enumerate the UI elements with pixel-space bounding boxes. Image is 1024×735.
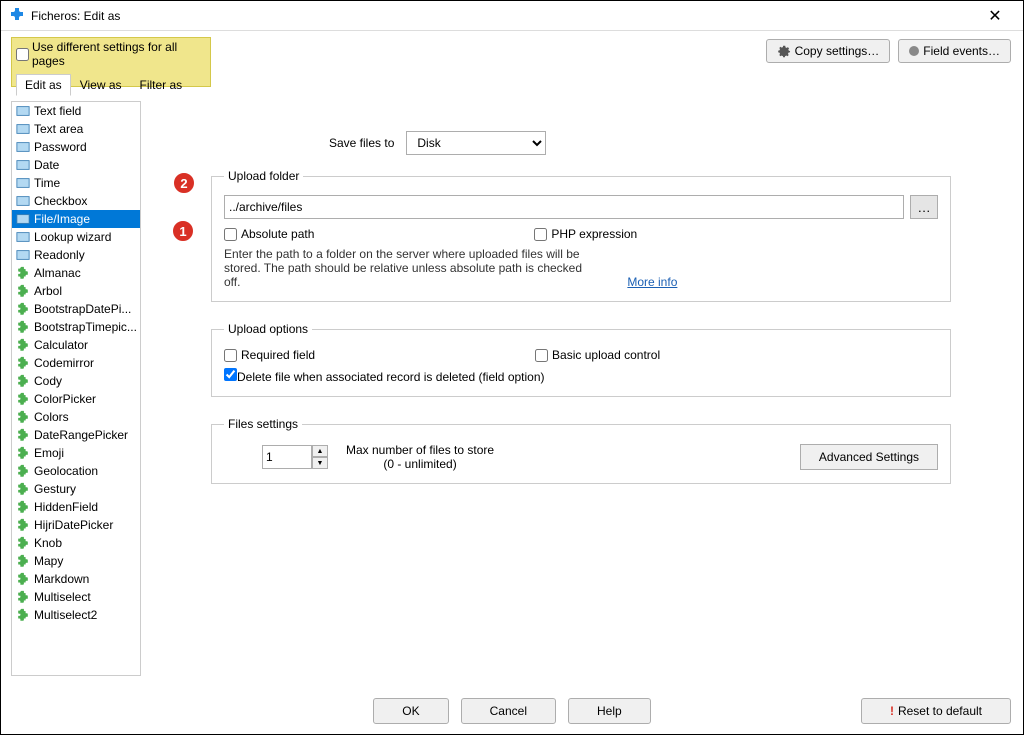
annotation-2: 2	[172, 171, 196, 195]
sidebar-item-hiddenfield[interactable]: HiddenField	[12, 498, 140, 516]
sidebar-item-multiselect[interactable]: Multiselect	[12, 588, 140, 606]
basic-upload-checkbox[interactable]: Basic upload control	[535, 348, 660, 362]
sidebar-item-colorpicker[interactable]: ColorPicker	[12, 390, 140, 408]
max-files-spinner[interactable]: ▲ ▼	[262, 445, 328, 469]
ok-button[interactable]: OK	[373, 698, 448, 724]
sidebar-item-text-area[interactable]: Text area	[12, 120, 140, 138]
advanced-settings-button[interactable]: Advanced Settings	[800, 444, 938, 470]
more-info-link[interactable]: More info	[627, 275, 677, 289]
sidebar-item-colors[interactable]: Colors	[12, 408, 140, 426]
reset-button[interactable]: ! Reset to default	[861, 698, 1011, 724]
sidebar-item-markdown[interactable]: Markdown	[12, 570, 140, 588]
app-icon	[9, 8, 25, 24]
sidebar-item-arbol[interactable]: Arbol	[12, 282, 140, 300]
sidebar-item-knob[interactable]: Knob	[12, 534, 140, 552]
sidebar-item-readonly[interactable]: Readonly	[12, 246, 140, 264]
annotation-1: 1	[171, 219, 195, 243]
use-different-input[interactable]	[16, 48, 29, 61]
sidebar-item-date[interactable]: Date	[12, 156, 140, 174]
spinner-down[interactable]: ▼	[312, 457, 328, 469]
upload-options-fieldset: Upload options Required field Basic uplo…	[211, 322, 951, 397]
upload-folder-fieldset: Upload folder 2 … Absolute path PHP expr…	[211, 169, 951, 302]
content-panel: Save files to Disk Upload folder 2 … Abs…	[149, 101, 1013, 676]
use-different-checkbox[interactable]: Use different settings for all pages	[16, 40, 206, 68]
sidebar-item-bootstraptimepic-[interactable]: BootstrapTimepic...	[12, 318, 140, 336]
main-area: Text fieldText areaPasswordDateTimeCheck…	[1, 91, 1023, 686]
sidebar-item-hijridatepicker[interactable]: HijriDatePicker	[12, 516, 140, 534]
sidebar-item-time[interactable]: Time	[12, 174, 140, 192]
sidebar-item-daterangepicker[interactable]: DateRangePicker	[12, 426, 140, 444]
delete-file-checkbox[interactable]: Delete file when associated record is de…	[224, 370, 545, 384]
sidebar-item-multiselect2[interactable]: Multiselect2	[12, 606, 140, 624]
tab-filter-as[interactable]: Filter as	[131, 74, 192, 96]
titlebar: Ficheros: Edit as ✕	[1, 1, 1023, 31]
sidebar-item-gestury[interactable]: Gestury	[12, 480, 140, 498]
copy-settings-button[interactable]: Copy settings…	[766, 39, 891, 63]
spinner-up[interactable]: ▲	[312, 445, 328, 457]
tab-edit-as[interactable]: Edit as	[16, 74, 71, 96]
sidebar-item-calculator[interactable]: Calculator	[12, 336, 140, 354]
field-events-button[interactable]: Field events…	[898, 39, 1011, 63]
files-settings-legend: Files settings	[224, 417, 302, 431]
sidebar-item-file-image[interactable]: File/Image	[12, 210, 140, 228]
sidebar-item-emoji[interactable]: Emoji	[12, 444, 140, 462]
close-button[interactable]: ✕	[975, 6, 1015, 26]
required-field-checkbox[interactable]: Required field	[224, 348, 315, 362]
toolbar: Use different settings for all pages Edi…	[1, 31, 1023, 91]
save-files-select[interactable]: Disk	[406, 131, 546, 155]
max-files-input[interactable]	[262, 445, 312, 469]
sidebar-item-password[interactable]: Password	[12, 138, 140, 156]
max-files-label: Max number of files to store	[346, 443, 494, 457]
tabs: Edit as View as Filter as	[16, 74, 206, 96]
browse-button[interactable]: …	[910, 195, 938, 219]
sidebar-item-geolocation[interactable]: Geolocation	[12, 462, 140, 480]
window-title: Ficheros: Edit as	[31, 9, 975, 23]
upload-folder-desc: Enter the path to a folder on the server…	[224, 247, 584, 289]
help-button[interactable]: Help	[568, 698, 651, 724]
files-settings-fieldset: Files settings ▲ ▼ Max number of files t…	[211, 417, 951, 484]
php-expression-checkbox[interactable]: PHP expression	[534, 227, 637, 241]
cancel-button[interactable]: Cancel	[461, 698, 556, 724]
sidebar-item-almanac[interactable]: Almanac	[12, 264, 140, 282]
upload-folder-legend: Upload folder	[224, 169, 303, 183]
save-files-label: Save files to	[329, 136, 394, 150]
sidebar-item-codemirror[interactable]: Codemirror	[12, 354, 140, 372]
sidebar-item-mapy[interactable]: Mapy	[12, 552, 140, 570]
sidebar-item-cody[interactable]: Cody	[12, 372, 140, 390]
upload-options-legend: Upload options	[224, 322, 312, 336]
sidebar-item-text-field[interactable]: Text field	[12, 102, 140, 120]
upload-folder-input[interactable]	[224, 195, 904, 219]
max-files-sub: (0 - unlimited)	[346, 457, 494, 471]
field-type-list[interactable]: Text fieldText areaPasswordDateTimeCheck…	[11, 101, 141, 676]
gear-icon	[777, 44, 791, 58]
sidebar-item-lookup-wizard[interactable]: Lookup wizard	[12, 228, 140, 246]
footer: OK Cancel Help ! Reset to default	[1, 686, 1023, 734]
sidebar-item-checkbox[interactable]: Checkbox	[12, 192, 140, 210]
warning-icon: !	[890, 704, 894, 718]
absolute-path-checkbox[interactable]: Absolute path	[224, 227, 314, 241]
event-icon	[909, 46, 919, 56]
tab-view-as[interactable]: View as	[71, 74, 131, 96]
settings-highlight-box: Use different settings for all pages Edi…	[11, 37, 211, 87]
dialog-window: Ficheros: Edit as ✕ Use different settin…	[0, 0, 1024, 735]
sidebar-item-bootstrapdatepi-[interactable]: BootstrapDatePi...	[12, 300, 140, 318]
use-different-label: Use different settings for all pages	[32, 40, 206, 68]
